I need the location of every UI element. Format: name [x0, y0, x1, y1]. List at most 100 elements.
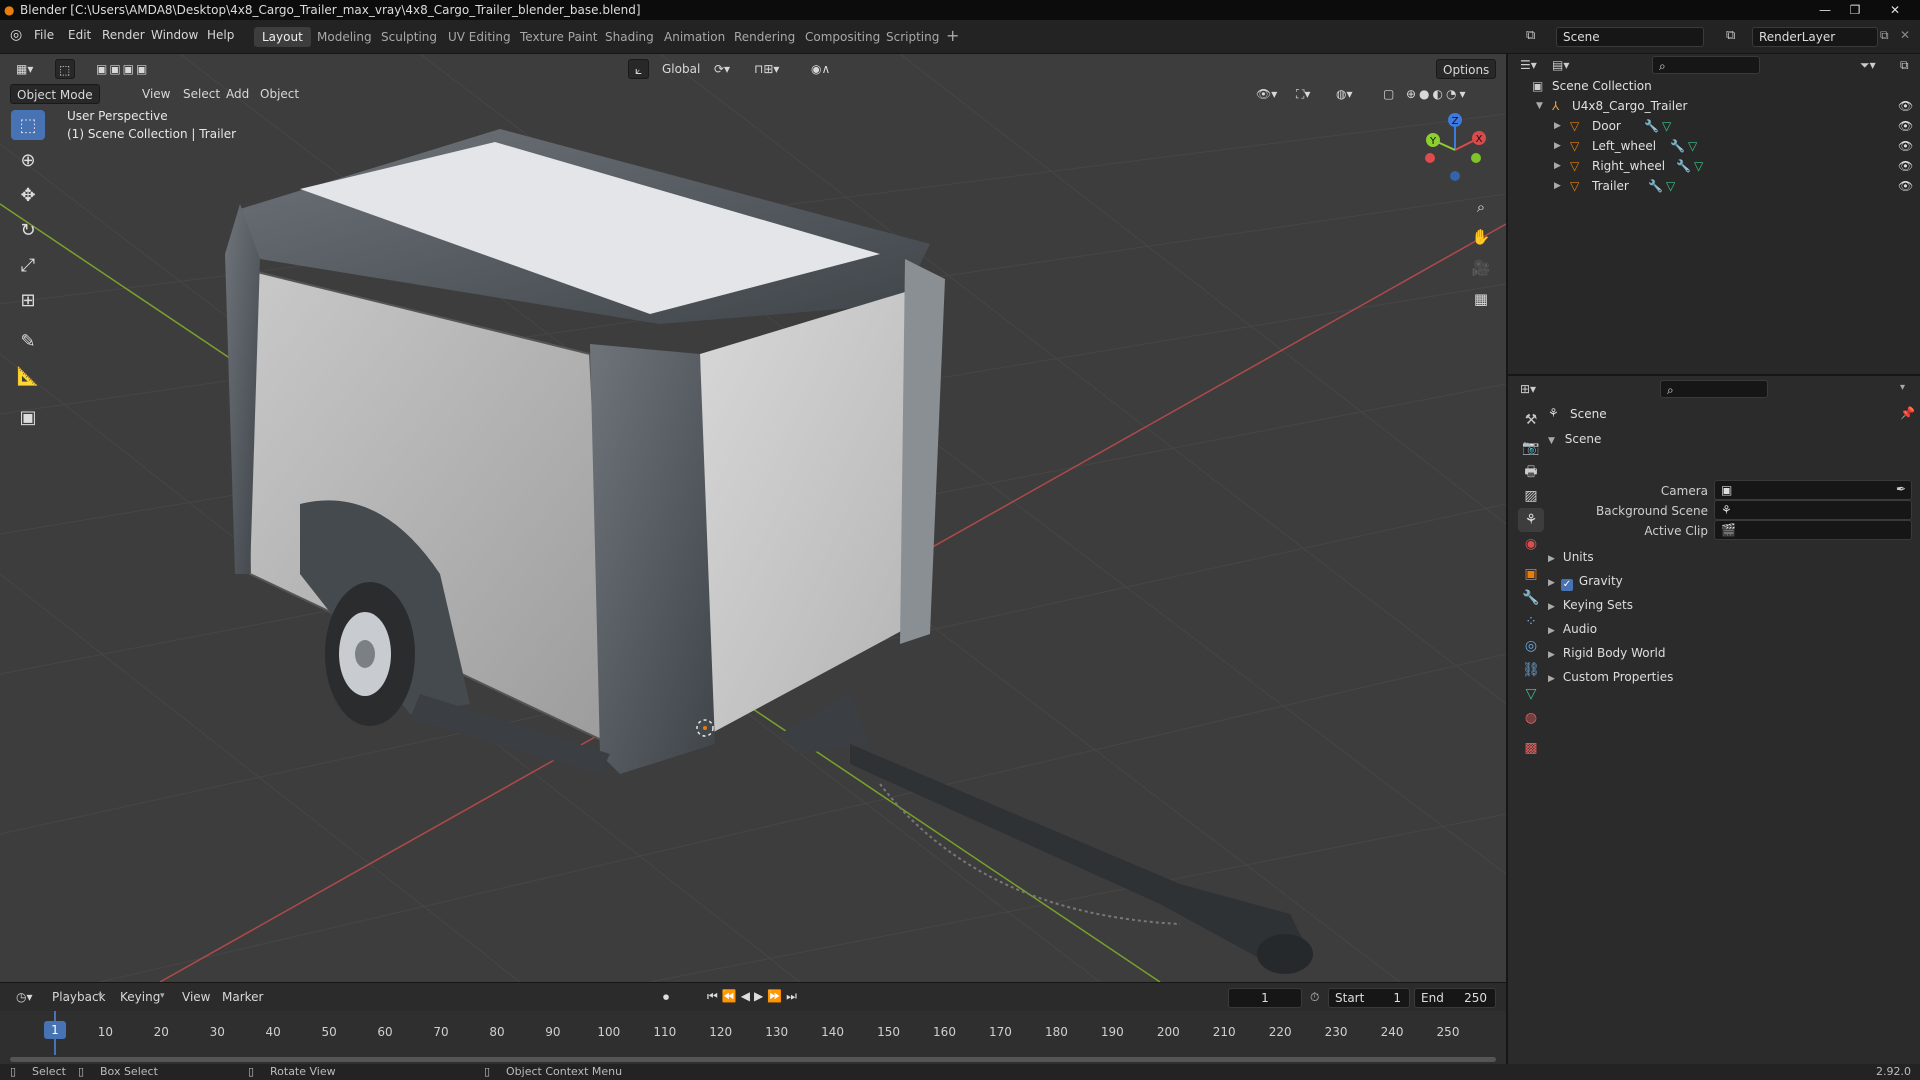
measure-tool[interactable]: 📐	[11, 361, 45, 391]
stopwatch-icon[interactable]: ⏱	[1310, 990, 1319, 1005]
modifier-icon[interactable]: 🔧	[1648, 176, 1663, 196]
add-cube-tool[interactable]: ▣	[11, 402, 45, 432]
navigation-gizmo[interactable]: Z X Y	[1415, 110, 1495, 190]
record-icon[interactable]: ⏺	[663, 990, 669, 1005]
modifier-tab-icon[interactable]: 🔧	[1518, 586, 1544, 610]
modifier-icon[interactable]: 🔧	[1670, 136, 1685, 156]
playhead-frame-badge[interactable]: 1	[44, 1021, 66, 1039]
proportional-edit-icon[interactable]: ◉∧	[805, 59, 836, 79]
end-frame-field[interactable]: End 250	[1414, 988, 1496, 1008]
renderlayer-icon[interactable]: ⧉	[1726, 28, 1735, 43]
constraints-tab-icon[interactable]: ⛓	[1518, 658, 1544, 682]
outliner-search-input[interactable]: ⌕	[1652, 56, 1760, 74]
shading-mode-icons[interactable]: ⊕●◐◔▾	[1400, 84, 1475, 104]
rotate-tool[interactable]: ↻	[11, 215, 45, 245]
move-tool[interactable]: ✥	[11, 180, 45, 210]
current-frame-field[interactable]: 1	[1228, 988, 1302, 1008]
menu-keying[interactable]: Keying	[114, 987, 166, 1007]
new-collection-icon[interactable]: ⧉	[1900, 58, 1909, 73]
annotate-tool[interactable]: ✎	[11, 326, 45, 356]
pan-view-icon[interactable]: ✋	[1468, 224, 1494, 250]
visibility-icon[interactable]: 👁▾	[1250, 84, 1283, 104]
texture-tab-icon[interactable]: ▩	[1518, 736, 1544, 760]
scene-panel-header[interactable]: ▼ Scene	[1548, 428, 1601, 450]
camera-view-icon[interactable]: 🎥	[1468, 255, 1494, 281]
outliner[interactable]: ☰▾ ▤▾ ⌕ ⏷▾ ⧉ ▣ Scene Collection ▼ ⅄ U4x8…	[1506, 54, 1920, 374]
mesh-data-icon[interactable]: ▽	[1662, 116, 1671, 136]
menu-object[interactable]: Object	[254, 84, 305, 104]
renderlayer-copy-icon[interactable]: ⧉	[1880, 28, 1889, 43]
menu-edit[interactable]: Edit	[68, 28, 91, 42]
ortho-toggle-icon[interactable]: ▦	[1468, 286, 1494, 312]
menu-window[interactable]: Window	[151, 28, 198, 42]
background-scene-field[interactable]: ⚘	[1714, 500, 1912, 520]
timeline[interactable]: ◷▾ Playback ▾ Keying ▾ View Marker ⏺ ⏮⏪◀…	[0, 982, 1506, 1066]
trailer-model[interactable]	[225, 129, 1313, 974]
custom-properties-panel-header[interactable]: ▶ Custom Properties	[1548, 666, 1673, 688]
options-dropdown[interactable]: Options	[1436, 59, 1497, 79]
expand-arrow-icon[interactable]: ▶	[1554, 116, 1561, 136]
display-mode-icon[interactable]: ▤▾	[1552, 58, 1569, 72]
cursor-tool[interactable]: ⊕	[11, 145, 45, 175]
render-tab-icon[interactable]: 📷	[1518, 436, 1544, 460]
mesh-data-icon[interactable]: ▽	[1694, 156, 1703, 176]
physics-tab-icon[interactable]: ◎	[1518, 634, 1544, 658]
timeline-track-area[interactable]: 1102030405060708090100110120130140150160…	[0, 1011, 1506, 1066]
visibility-eye-icon[interactable]: 👁	[1898, 176, 1913, 196]
gizmo-toggle-icon[interactable]: ⛶▾	[1290, 84, 1316, 104]
tab-scripting[interactable]: Scripting	[878, 27, 947, 47]
menu-file[interactable]: File	[34, 28, 54, 42]
select-mode-icon[interactable]: ⬚	[55, 59, 75, 79]
scene-icon[interactable]: ⧉	[1526, 28, 1535, 43]
scale-tool[interactable]: ⤢	[11, 250, 45, 280]
maximize-icon[interactable]: ❐	[1840, 0, 1870, 20]
editor-type-icon[interactable]: ▦▾	[10, 59, 39, 79]
material-tab-icon[interactable]: ◍	[1518, 706, 1544, 730]
expand-arrow-icon[interactable]: ▶	[1554, 176, 1561, 196]
zoom-view-icon[interactable]: ⌕	[1468, 194, 1494, 220]
selection-mode-icons[interactable]: ▣▣▣▣	[90, 59, 155, 79]
scene-field[interactable]: Scene	[1556, 27, 1704, 47]
tab-layout[interactable]: Layout	[254, 27, 311, 47]
modifier-icon[interactable]: 🔧	[1644, 116, 1659, 136]
visibility-eye-icon[interactable]: 👁	[1898, 116, 1913, 136]
data-tab-icon[interactable]: ▽	[1518, 682, 1544, 706]
transform-orientation-dropdown[interactable]: Global	[656, 59, 706, 79]
units-panel-header[interactable]: ▶ Units	[1548, 546, 1594, 568]
outliner-row-right-wheel[interactable]: ▶ ▽ Right_wheel 🔧 ▽ 👁	[1508, 156, 1920, 176]
menu-view-timeline[interactable]: View	[176, 987, 216, 1007]
gravity-checkbox[interactable]: ✓	[1560, 579, 1573, 591]
menu-marker[interactable]: Marker	[216, 987, 269, 1007]
playback-controls[interactable]: ⏮⏪◀▶⏩⏭	[707, 989, 801, 1004]
active-clip-field[interactable]: 🎬	[1714, 520, 1912, 540]
menu-help[interactable]: Help	[207, 28, 234, 42]
tab-texture-paint[interactable]: Texture Paint	[512, 27, 605, 47]
visibility-eye-icon[interactable]: 👁	[1898, 96, 1913, 116]
audio-panel-header[interactable]: ▶ Audio	[1548, 618, 1597, 640]
outliner-row-trailer[interactable]: ▶ ▽ Trailer 🔧 ▽ 👁	[1508, 176, 1920, 196]
tab-animation[interactable]: Animation	[656, 27, 733, 47]
3d-viewport[interactable]: ⬚ ⊕ ✥ ↻ ⤢ ⊞ ✎ 📐 ▣ User Perspective (1) S…	[0, 54, 1506, 982]
menu-view[interactable]: View	[136, 84, 176, 104]
tool-tab-icon[interactable]: ⚒	[1518, 408, 1544, 432]
rigid-body-world-panel-header[interactable]: ▶ Rigid Body World	[1548, 642, 1665, 664]
transform-orientation-icon[interactable]: ⟀	[628, 59, 650, 79]
transform-tool[interactable]: ⊞	[11, 285, 45, 315]
mesh-data-icon[interactable]: ▽	[1688, 136, 1697, 156]
timeline-editor-icon[interactable]: ◷▾	[10, 987, 39, 1007]
overlay-toggle-icon[interactable]: ◍▾	[1330, 84, 1359, 104]
menu-add[interactable]: Add	[220, 84, 255, 104]
timeline-scrollbar[interactable]	[10, 1057, 1496, 1062]
renderlayer-field[interactable]: RenderLayer	[1752, 27, 1878, 47]
properties-options-icon[interactable]: ▾	[1900, 382, 1905, 393]
object-tab-icon[interactable]: ▣	[1518, 562, 1544, 586]
expand-arrow-icon[interactable]: ▶	[1554, 156, 1561, 176]
renderlayer-remove-icon[interactable]: ✕	[1900, 28, 1910, 42]
filter-icon[interactable]: ⏷▾	[1860, 58, 1876, 73]
menu-select[interactable]: Select	[177, 84, 226, 104]
pin-icon[interactable]: 📌	[1900, 406, 1915, 420]
expand-arrow-icon[interactable]: ▼	[1536, 96, 1543, 116]
mesh-data-icon[interactable]: ▽	[1666, 176, 1675, 196]
outliner-editor-icon[interactable]: ☰▾	[1520, 58, 1537, 72]
tab-compositing[interactable]: Compositing	[797, 27, 888, 47]
